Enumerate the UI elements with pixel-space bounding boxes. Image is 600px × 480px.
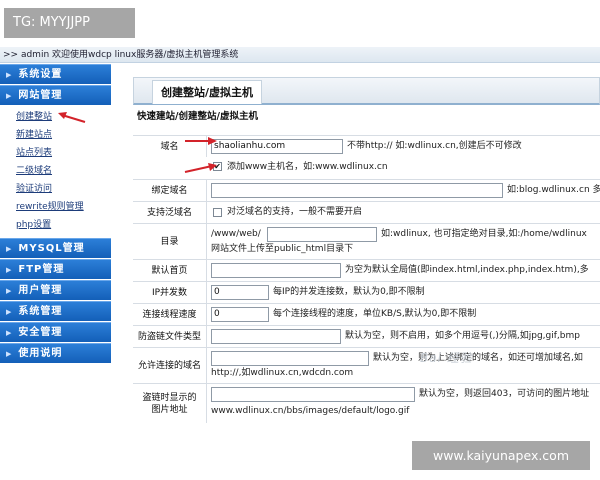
triangle-right-icon: ▶ [6,287,13,295]
row-allowed-domains: 允许连接的域名 默认为空，则为上述绑定的域名，如还可增加域名,如 http://… [133,347,600,383]
menu-group-security[interactable]: ▶ 安全管理 [0,322,111,342]
domain-input[interactable]: shaolianhu.com [211,139,343,154]
row-wildcard: 支持泛域名 对泛域名的支持，一般不需要开启 [133,201,600,223]
submenu-auth-access[interactable]: 验证访问 [0,180,111,198]
menu-group-label: MYSQL管理 [18,243,85,254]
section-heading: 快速建站/创建整站/虚拟主机 [137,111,258,122]
main-content: 创建整站/虚拟主机 快速建站/创建整站/虚拟主机 域名 shaolianhu.c… [133,77,600,433]
row-thread-speed: 连接线程速度 0 每个连接线程的速度，单位KB/S,默认为0,即不限制 [133,303,600,325]
row-directory: 目录 /www/web/ 如:wdlinux, 也可指定绝对目录,如:/home… [133,223,600,259]
hotlink-image-input[interactable] [211,387,415,402]
row-hotlink-types: 防盗链文件类型 默认为空，则不启用，如多个用逗号(,)分隔,如jpg,gif,b… [133,325,600,347]
row-default-page: 默认首页 为空为默认全局值(即index.html,index.php,inde… [133,259,600,281]
ip-concurrency-label: IP并发数 [133,282,207,303]
menu-group-label: 系统管理 [18,306,63,317]
wildcard-label: 支持泛域名 [133,202,207,223]
menu-group-label: 使用说明 [18,348,63,359]
hotlink-image-label: 盗链时显示的图片地址 [133,384,207,423]
menu-group-usage-guide[interactable]: ▶ 使用说明 [0,343,111,363]
allowed-domains-hint: 默认为空，则为上述绑定的域名，如还可增加域名,如 [373,353,583,363]
menu-group-label: 系统设置 [18,69,63,80]
site-url-badge: www.kaiyunapex.com [412,441,590,470]
directory-hint: 如:wdlinux, 也可指定绝对目录,如:/home/wdlinux [381,229,587,239]
menu-group-ftp[interactable]: ▶ FTP管理 [0,259,111,279]
triangle-right-icon: ▶ [6,329,13,337]
hotlink-image-hint-line2: www.wdlinux.cn/bbs/images/default/logo.g… [211,406,410,416]
site-submenu: 创建整站 新建站点 站点列表 二级域名 验证访问 rewrite规则管理 php… [0,106,111,238]
thread-speed-label: 连接线程速度 [133,304,207,325]
hotlink-types-label: 防盗链文件类型 [133,326,207,347]
triangle-right-icon: ▶ [6,245,13,253]
row-bind-domain: 绑定域名 如:blog.wdlinux.cn 多 [133,179,600,201]
menu-group-mysql[interactable]: ▶ MYSQL管理 [0,238,111,258]
baidu-watermark: Bai 经验 [420,351,473,365]
main-title-bar: 创建整站/虚拟主机 [133,77,600,105]
row-hotlink-image: 盗链时显示的图片地址 默认为空，则返回403，可访问的图片地址 www.wdli… [133,383,600,423]
red-arrow-pointer-icon [184,163,217,173]
add-www-text: 添加www主机名，如:www.wdlinux.cn [227,162,388,172]
triangle-right-icon: ▶ [6,266,13,274]
wildcard-text: 对泛域名的支持，一般不需要开启 [227,207,363,217]
menu-group-label: 安全管理 [18,327,63,338]
domain-hint: 不带http:// 如:wdlinux.cn,创建后不可修改 [347,141,522,151]
menu-group-label: 网站管理 [18,90,63,101]
menu-group-users[interactable]: ▶ 用户管理 [0,280,111,300]
red-arrow-pointer-icon [185,137,217,145]
submenu-php-settings[interactable]: php设置 [0,216,111,234]
triangle-right-icon: ▶ [6,92,13,100]
page-title-tab[interactable]: 创建整站/虚拟主机 [152,80,263,104]
thread-speed-input[interactable]: 0 [211,307,269,322]
allowed-domains-hint-line2: http://,如wdlinux.cn,wdcdn.com [211,368,354,378]
submenu-site-list[interactable]: 站点列表 [0,144,111,162]
default-page-input[interactable] [211,263,341,278]
wildcard-checkbox[interactable] [213,208,222,217]
directory-input[interactable] [267,227,377,242]
triangle-right-icon: ▶ [6,71,13,79]
directory-label: 目录 [133,224,207,259]
menu-group-label: FTP管理 [18,264,65,275]
red-arrow-pointer-icon [58,112,86,123]
allowed-domains-input[interactable] [211,351,369,366]
menu-group-label: 用户管理 [18,285,63,296]
submenu-subdomain[interactable]: 二级域名 [0,162,111,180]
menu-group-site-management[interactable]: ▶ 网站管理 [0,85,111,105]
bind-domain-label: 绑定域名 [133,180,207,201]
hotlink-image-hint: 默认为空，则返回403，可访问的图片地址 [419,389,590,399]
directory-prefix: /www/web/ [211,229,261,239]
top-welcome-bar: >> admin 欢迎使用wdcp linux服务器/虚拟主机管理系统 [0,47,600,63]
ip-concurrency-hint: 每IP的并发连接数，默认为0,即不限制 [273,287,425,297]
thread-speed-hint: 每个连接线程的速度，单位KB/S,默认为0,即不限制 [273,309,477,319]
submenu-new-site[interactable]: 新建站点 [0,126,111,144]
default-page-label: 默认首页 [133,260,207,281]
hotlink-types-input[interactable] [211,329,341,344]
hotlink-types-hint: 默认为空，则不启用，如多个用逗号(,)分隔,如jpg,gif,bmp [345,331,580,341]
bind-domain-input[interactable] [211,183,503,198]
screenshot-panel: >> admin 欢迎使用wdcp linux服务器/虚拟主机管理系统 ▶ 系统设… [0,47,600,433]
ip-concurrency-input[interactable]: 0 [211,285,269,300]
directory-hint-line2: 网站文件上传至public_html目录下 [211,244,354,254]
triangle-right-icon: ▶ [6,350,13,358]
tg-watermark-badge: TG: MYYJJPP [4,8,135,38]
default-page-hint: 为空为默认全局值(即index.html,index.php,index.htm… [345,265,589,275]
allowed-domains-label: 允许连接的域名 [133,348,207,383]
menu-group-system-settings[interactable]: ▶ 系统设置 [0,64,111,84]
menu-group-system-admin[interactable]: ▶ 系统管理 [0,301,111,321]
bind-domain-hint: 如:blog.wdlinux.cn 多 [507,185,600,195]
submenu-rewrite-rules[interactable]: rewrite规则管理 [0,198,111,216]
triangle-right-icon: ▶ [6,308,13,316]
row-ip-concurrency: IP并发数 0 每IP的并发连接数，默认为0,即不限制 [133,281,600,303]
